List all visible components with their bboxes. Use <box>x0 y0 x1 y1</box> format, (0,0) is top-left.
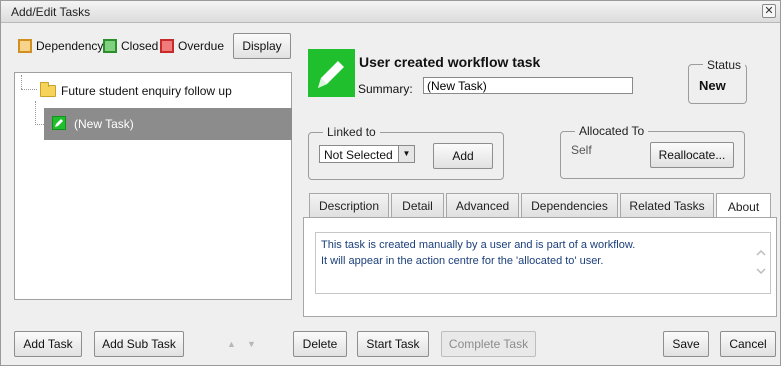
add-edit-tasks-window: Add/Edit Tasks ✕ Dependency Closed Overd… <box>0 0 781 366</box>
about-panel: This task is created manually by a user … <box>303 217 777 317</box>
folder-icon <box>40 82 56 97</box>
chevron-down-icon[interactable]: ▼ <box>398 146 414 162</box>
legend-dependency-label: Dependency <box>36 39 104 53</box>
legend-closed-label: Closed <box>121 39 159 53</box>
complete-task-button[interactable]: Complete Task <box>441 331 536 357</box>
summary-label: Summary: <box>358 82 413 96</box>
allocated-to-group: Allocated To Self Reallocate... <box>560 124 745 179</box>
tab-related-tasks[interactable]: Related Tasks <box>620 193 714 218</box>
display-button[interactable]: Display <box>233 33 291 59</box>
status-value: New <box>699 78 726 93</box>
overdue-swatch <box>160 39 174 53</box>
linked-to-group: Linked to Not Selected ▼ Add <box>308 125 504 180</box>
add-link-button[interactable]: Add <box>433 143 493 169</box>
status-box: Status New <box>688 58 747 104</box>
status-label: Status <box>703 58 746 72</box>
reallocate-button[interactable]: Reallocate... <box>650 142 734 168</box>
start-task-button[interactable]: Start Task <box>357 331 429 357</box>
tab-about[interactable]: About <box>716 193 771 219</box>
task-type-pencil-icon <box>308 49 355 97</box>
tab-dependencies[interactable]: Dependencies <box>521 193 618 218</box>
legend-closed: Closed <box>103 39 158 53</box>
about-line-1: This task is created manually by a user … <box>321 239 636 251</box>
task-heading: User created workflow task <box>359 54 541 70</box>
about-line-2: It will appear in the action centre for … <box>321 255 604 267</box>
tab-description[interactable]: Description <box>309 193 389 218</box>
tab-detail[interactable]: Detail <box>391 193 444 218</box>
tree-item-parent[interactable]: Future student enquiry follow up <box>61 84 232 98</box>
cancel-button[interactable]: Cancel <box>720 331 776 357</box>
move-down-icon[interactable]: ▼ <box>247 339 256 349</box>
tree-item-label: (New Task) <box>74 117 134 131</box>
linked-to-select[interactable]: Not Selected ▼ <box>319 145 415 163</box>
scroll-arrows[interactable] <box>756 249 766 275</box>
task-tree: Future student enquiry follow up (New Ta… <box>14 72 292 300</box>
close-icon[interactable]: ✕ <box>762 4 776 18</box>
legend-overdue: Overdue <box>160 39 224 53</box>
delete-button[interactable]: Delete <box>293 331 347 357</box>
pencil-icon <box>52 116 66 130</box>
about-text-box: This task is created manually by a user … <box>315 232 771 294</box>
tab-advanced[interactable]: Advanced <box>446 193 519 218</box>
linked-to-selected-value: Not Selected <box>324 148 393 162</box>
add-task-button[interactable]: Add Task <box>14 331 82 357</box>
legend-dependency: Dependency <box>18 39 103 53</box>
dependency-swatch <box>18 39 32 53</box>
add-sub-task-button[interactable]: Add Sub Task <box>94 331 184 357</box>
closed-swatch <box>103 39 117 53</box>
tree-item-new-task[interactable]: (New Task) <box>44 108 292 140</box>
allocated-to-value: Self <box>571 143 592 157</box>
linked-to-label: Linked to <box>323 125 380 139</box>
window-title: Add/Edit Tasks <box>11 5 91 19</box>
allocated-to-label: Allocated To <box>575 124 649 138</box>
title-bar: Add/Edit Tasks ✕ <box>1 1 780 23</box>
move-up-icon[interactable]: ▲ <box>227 339 236 349</box>
legend-overdue-label: Overdue <box>178 39 225 53</box>
summary-input[interactable] <box>423 77 633 94</box>
save-button[interactable]: Save <box>663 331 709 357</box>
